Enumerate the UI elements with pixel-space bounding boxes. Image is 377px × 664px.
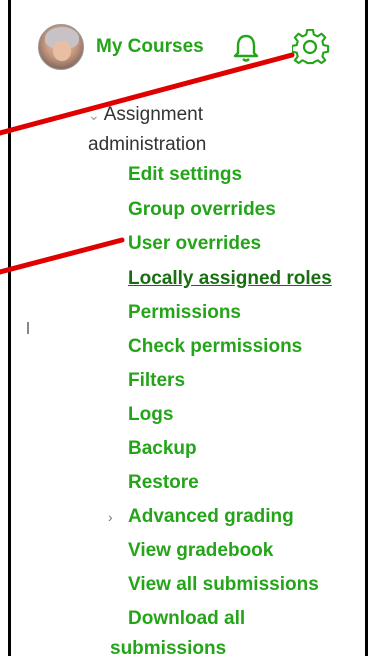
menu-item-advanced-grading-label: Advanced grading [128,506,294,527]
menu-item-permissions[interactable]: Permissions [128,302,241,324]
menu-item-advanced-grading[interactable]: › Advanced grading [108,506,294,528]
user-avatar[interactable] [38,24,84,70]
section-title-line2: administration [88,134,207,155]
collapse-chevron-icon: ⌄ [88,107,100,123]
menu-item-filters[interactable]: Filters [128,370,185,392]
menu-item-backup[interactable]: Backup [128,438,197,460]
section-title-line1: Assignment [103,104,204,125]
menu-item-download-all-submissions[interactable]: Download all submissions [110,604,310,664]
menu-item-edit-settings[interactable]: Edit settings [128,164,242,186]
menu-item-restore[interactable]: Restore [128,472,199,494]
divider-tick [27,322,29,334]
expand-chevron-icon: › [108,509,113,525]
menu-item-group-overrides[interactable]: Group overrides [128,199,276,221]
download-label-line2: submissions [110,638,227,659]
gear-icon[interactable] [292,29,330,67]
menu-item-view-all-submissions[interactable]: View all submissions [128,574,319,596]
menu-item-view-gradebook[interactable]: View gradebook [128,540,273,562]
bell-icon[interactable] [232,33,260,63]
my-courses-link[interactable]: My Courses [96,36,204,58]
menu-item-locally-assigned-roles[interactable]: Locally assigned roles [128,268,332,290]
menu-item-user-overrides[interactable]: User overrides [128,233,261,255]
assignment-administration-header[interactable]: ⌄ Assignment administration [88,100,288,160]
menu-item-check-permissions[interactable]: Check permissions [128,336,302,358]
menu-item-logs[interactable]: Logs [128,404,173,426]
download-label-line1: Download all [128,608,246,629]
